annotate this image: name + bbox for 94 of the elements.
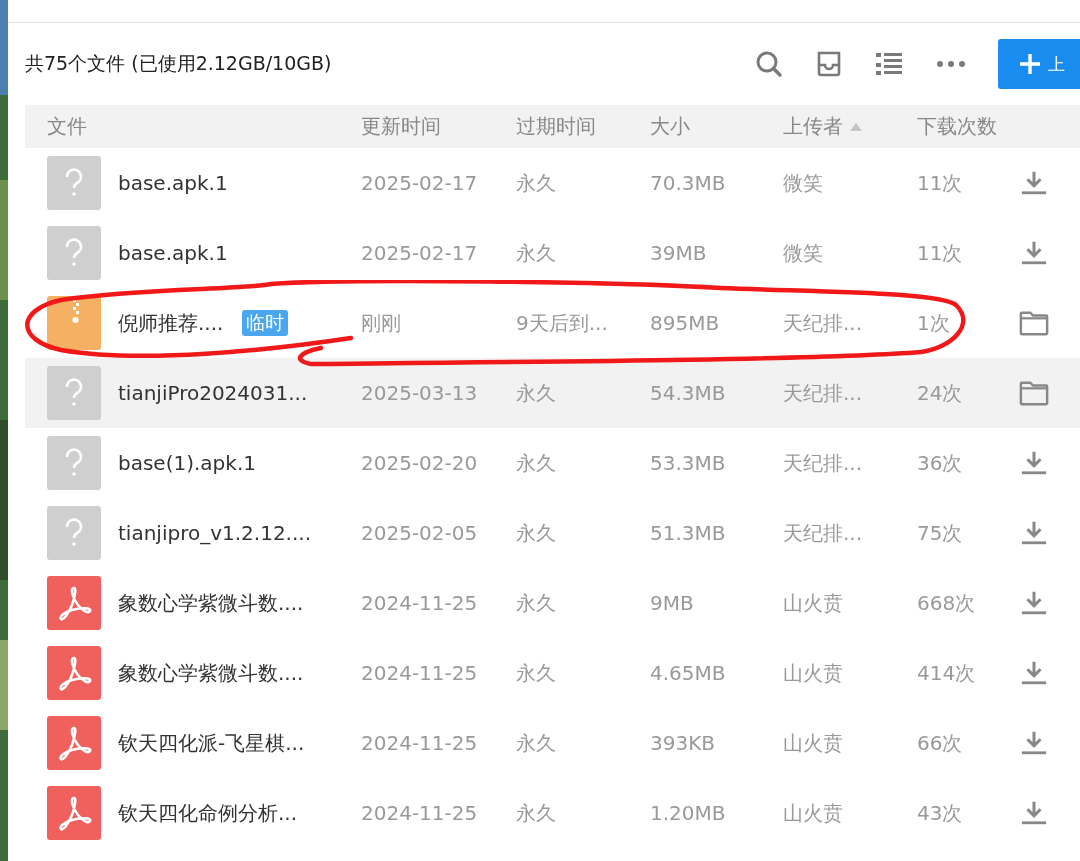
file-size: 4.65MB — [650, 661, 727, 685]
table-row[interactable]: base.apk.1 2025-02-17 永久 70.3MB 微笑 11次 — [25, 148, 1080, 218]
file-name[interactable]: tianjipro_v1.2.12.... — [118, 521, 312, 545]
zip-file-icon — [47, 296, 101, 350]
file-size: 54.3MB — [650, 381, 727, 405]
download-icon[interactable] — [1019, 169, 1049, 197]
table-row[interactable]: 倪师推荐.... 临时 刚刚 9天后到... 895MB 天纪排... 1次 — [25, 288, 1080, 358]
uploader-name: 天纪排... — [783, 379, 864, 407]
folder-icon[interactable] — [1019, 309, 1049, 337]
download-icon[interactable] — [1019, 729, 1049, 757]
expiry-time: 永久 — [516, 659, 557, 687]
pdf-file-icon — [47, 786, 101, 840]
file-size: 70.3MB — [650, 171, 727, 195]
update-time: 2024-11-25 — [361, 591, 479, 615]
download-count: 11次 — [917, 239, 964, 267]
unknown-file-icon — [47, 506, 101, 560]
expiry-time: 9天后到... — [516, 309, 609, 337]
expiry-time: 永久 — [516, 169, 557, 197]
file-name[interactable]: 象数心学紫微斗数.... — [118, 659, 304, 687]
expiry-time: 永久 — [516, 239, 557, 267]
file-size: 39MB — [650, 241, 708, 265]
table-row[interactable]: 象数心学紫微斗数.... 2024-11-25 永久 9MB 山火贲 668次 — [25, 568, 1080, 638]
download-count: 1次 — [917, 309, 951, 337]
download-count: 11次 — [917, 169, 964, 197]
uploader-name: 天纪排... — [783, 519, 864, 547]
folder-icon[interactable] — [1019, 379, 1049, 407]
update-time: 2024-11-25 — [361, 801, 479, 825]
temporary-tag: 临时 — [242, 310, 289, 336]
download-icon[interactable] — [1019, 519, 1049, 547]
highlighted-row[interactable]: tianjiPro2024031... 2025-03-13 永久 54.3MB 天纪排... 24次 — [25, 358, 1080, 428]
file-size: 9MB — [650, 591, 695, 615]
uploader-name: 天纪排... — [783, 309, 864, 337]
file-name[interactable]: 钦天四化命例分析... — [118, 799, 298, 827]
file-name[interactable]: 象数心学紫微斗数.... — [118, 589, 304, 617]
file-size: 51.3MB — [650, 521, 727, 545]
unknown-file-icon — [47, 436, 101, 490]
update-time: 2025-02-20 — [361, 451, 479, 475]
file-size: 393KB — [650, 731, 716, 755]
unknown-file-icon — [47, 156, 101, 210]
download-count: 75次 — [917, 519, 964, 547]
uploader-name: 天纪排... — [783, 449, 864, 477]
download-icon[interactable] — [1019, 589, 1049, 617]
update-time: 2025-02-05 — [361, 521, 479, 545]
expiry-time: 永久 — [516, 589, 557, 617]
pdf-file-icon — [47, 716, 101, 770]
update-time: 2025-02-17 — [361, 171, 479, 195]
update-time: 2024-11-25 — [361, 661, 479, 685]
pdf-file-icon — [47, 576, 101, 630]
update-time: 2024-11-25 — [361, 731, 479, 755]
download-icon[interactable] — [1019, 449, 1049, 477]
table-row[interactable]: base.apk.1 2025-02-17 永久 39MB 微笑 11次 — [25, 218, 1080, 288]
expiry-time: 永久 — [516, 379, 557, 407]
download-count: 24次 — [917, 379, 964, 407]
plus-icon — [1018, 52, 1042, 76]
download-icon[interactable] — [1019, 799, 1049, 827]
download-count: 668次 — [917, 589, 977, 617]
uploader-name: 山火贲 — [783, 659, 844, 687]
uploader-name: 微笑 — [783, 239, 824, 267]
download-count: 43次 — [917, 799, 964, 827]
expiry-time: 永久 — [516, 799, 557, 827]
uploader-name: 山火贲 — [783, 799, 844, 827]
expiry-time: 永久 — [516, 519, 557, 547]
search-icon[interactable] — [754, 49, 784, 79]
pdf-file-icon — [47, 646, 101, 700]
file-name[interactable]: tianjiPro2024031... — [118, 381, 308, 405]
expiry-time: 永久 — [516, 449, 557, 477]
file-count-summary: 共75个文件 (已使用2.12GB/10GB) — [25, 51, 332, 76]
expiry-time: 永久 — [516, 729, 557, 757]
table-row[interactable]: base(1).apk.1 2025-02-20 永久 53.3MB 天纪排... 36次 — [25, 428, 1080, 498]
uploader-name: 山火贲 — [783, 589, 844, 617]
update-time: 刚刚 — [361, 309, 402, 337]
download-count: 66次 — [917, 729, 964, 757]
table-row[interactable]: 钦天四化命例分析... 2024-11-25 永久 1.20MB 山火贲 43次 — [25, 778, 1080, 848]
file-name[interactable]: base(1).apk.1 — [118, 451, 256, 475]
file-size: 53.3MB — [650, 451, 727, 475]
unknown-file-icon — [47, 226, 101, 280]
file-name[interactable]: base.apk.1 — [118, 241, 228, 265]
download-icon[interactable] — [1019, 659, 1049, 687]
update-time: 2025-02-17 — [361, 241, 479, 265]
file-size: 1.20MB — [650, 801, 727, 825]
download-icon[interactable] — [1019, 239, 1049, 267]
file-name[interactable]: 钦天四化派-飞星棋... — [118, 729, 305, 757]
download-count: 414次 — [917, 659, 977, 687]
update-time: 2025-03-13 — [361, 381, 479, 405]
table-row[interactable]: 象数心学紫微斗数.... 2024-11-25 永久 4.65MB 山火贲 414次 — [25, 638, 1080, 708]
file-name[interactable]: base.apk.1 — [118, 171, 228, 195]
table-row[interactable]: tianjipro_v1.2.12.... 2025-02-05 永久 51.3MB 天纪排... 75次 — [25, 498, 1080, 568]
uploader-name: 山火贲 — [783, 729, 844, 757]
table-row[interactable]: 钦天四化派-飞星棋... 2024-11-25 永久 393KB 山火贲 66次 — [25, 708, 1080, 778]
file-size: 895MB — [650, 311, 721, 335]
download-count: 36次 — [917, 449, 964, 477]
uploader-name: 微笑 — [783, 169, 824, 197]
file-name[interactable]: 倪师推荐.... — [118, 309, 224, 337]
unknown-file-icon — [47, 366, 101, 420]
